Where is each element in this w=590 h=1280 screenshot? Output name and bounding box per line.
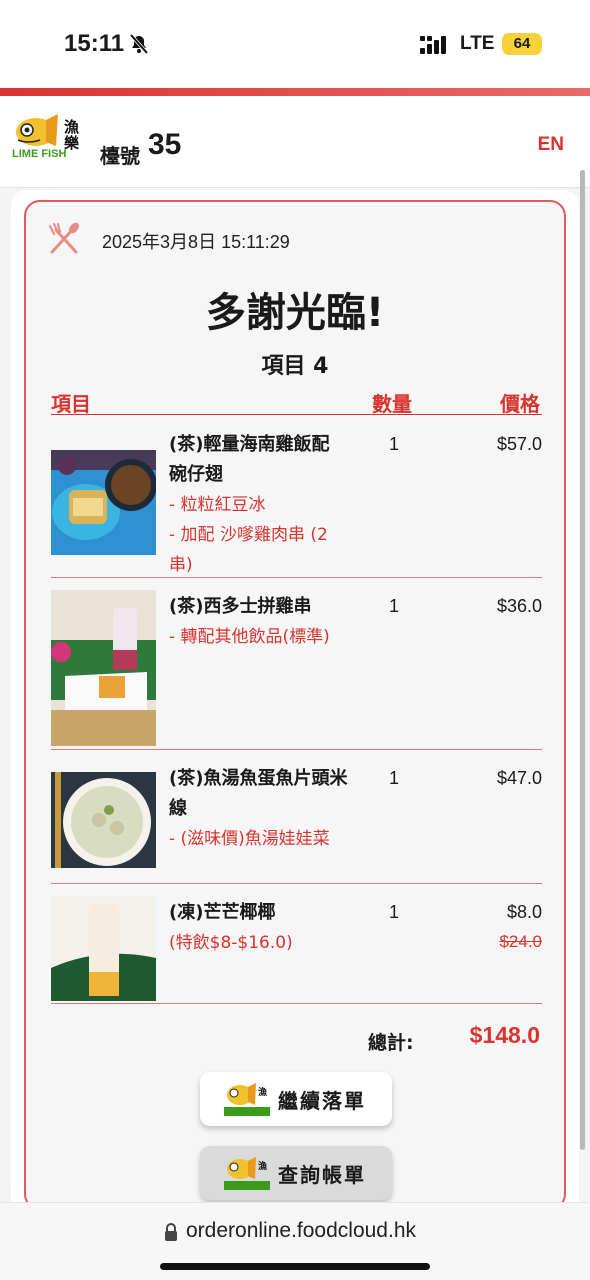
item-price: $36.0: [496, 596, 542, 616]
status-bar: 15:11 LTE 64: [0, 0, 590, 88]
network-label: LTE: [460, 33, 495, 54]
item-name: (茶)魚湯魚蛋魚片頭米線: [169, 768, 348, 819]
brand-name: LIME FISH: [12, 148, 67, 160]
thank-you-title: 多謝光臨!: [205, 290, 385, 336]
app-header: 漁 樂 LIME FISH 檯號 35 EN: [0, 96, 590, 188]
signal-icon: [420, 36, 446, 54]
receipt-card: 2025年3月8日 15:11:29 多謝光臨! 項目 4 項目 數量 價格 (…: [24, 200, 566, 1210]
home-indicator[interactable]: [160, 1263, 430, 1270]
view-bill-button[interactable]: 漁 查詢帳單: [200, 1146, 392, 1200]
fork-knife-icon: [49, 222, 79, 254]
total-value: $148.0: [469, 1022, 540, 1048]
item-price: $47.0: [496, 768, 542, 788]
item-name: (茶)輕量海南雞飯配 碗仔翅: [169, 434, 330, 485]
order-item-row: (凍)芒芒椰椰 (特飲$8-$16.0) 1 $8.0 $24.0: [51, 884, 542, 1004]
food-photo: [51, 590, 156, 746]
item-price: $57.0: [496, 434, 542, 454]
header-accent-bar: [0, 88, 590, 96]
lime-fish-logo-icon: 漁: [224, 1157, 270, 1190]
order-item-row: (茶)魚湯魚蛋魚片頭米線 - (滋味價)魚湯娃娃菜 1 $47.0: [51, 750, 542, 884]
order-item-row: (茶)西多士拼雞串 - 轉配其他飲品(標準) 1 $36.0: [51, 578, 542, 750]
item-qty: 1: [389, 434, 400, 454]
item-qty: 1: [389, 902, 400, 922]
header-divider: [51, 414, 542, 415]
view-bill-label: 查詢帳單: [278, 1162, 366, 1187]
food-photo: [51, 772, 156, 868]
lock-icon: [165, 1223, 177, 1241]
svg-text:漁: 漁: [258, 1086, 267, 1098]
item-qty: 1: [389, 768, 400, 788]
total-label: 總計:: [368, 1032, 414, 1054]
item-option: - (滋味價)魚湯娃娃菜: [169, 829, 330, 849]
food-photo: [51, 450, 156, 555]
drink-photo: [51, 896, 156, 1001]
item-option: - 加配 沙嗲雞肉串 (2串): [169, 525, 328, 575]
bell-muted-icon: [129, 33, 149, 55]
table-number: 35: [148, 128, 182, 161]
item-option: - 粒粒紅豆冰: [169, 495, 266, 515]
continue-order-button[interactable]: 漁 繼續落單: [200, 1072, 392, 1126]
column-header-qty: 數量: [372, 392, 412, 416]
scrollbar[interactable]: [580, 170, 585, 1150]
item-price: $8.0: [506, 902, 542, 922]
browser-url-bar[interactable]: orderonline.foodcloud.hk: [0, 1202, 590, 1280]
order-item-row: (茶)輕量海南雞飯配 碗仔翅 - 粒粒紅豆冰 - 加配 沙嗲雞肉串 (2串) 1…: [51, 416, 542, 578]
item-option: - 轉配其他飲品(標準): [169, 627, 330, 647]
item-option: (特飲$8-$16.0): [169, 933, 293, 953]
language-toggle-button[interactable]: EN: [538, 134, 564, 156]
url-text[interactable]: orderonline.foodcloud.hk: [186, 1219, 416, 1243]
table-label: 檯號: [100, 144, 140, 168]
item-name: (茶)西多士拼雞串: [169, 596, 312, 617]
item-qty: 1: [389, 596, 400, 616]
lime-fish-logo-icon: 漁: [224, 1083, 270, 1116]
battery-indicator: 64: [502, 33, 542, 55]
status-time: 15:11: [64, 30, 125, 57]
svg-text:漁: 漁: [258, 1160, 267, 1172]
item-name: (凍)芒芒椰椰: [169, 902, 276, 923]
item-original-price: $24.0: [499, 932, 542, 951]
column-header-item: 項目: [51, 392, 91, 416]
continue-order-label: 繼續落單: [278, 1088, 366, 1113]
item-count: 項目 4: [261, 354, 329, 379]
column-header-price: 價格: [500, 392, 540, 416]
order-datetime: 2025年3月8日 15:11:29: [102, 232, 290, 252]
